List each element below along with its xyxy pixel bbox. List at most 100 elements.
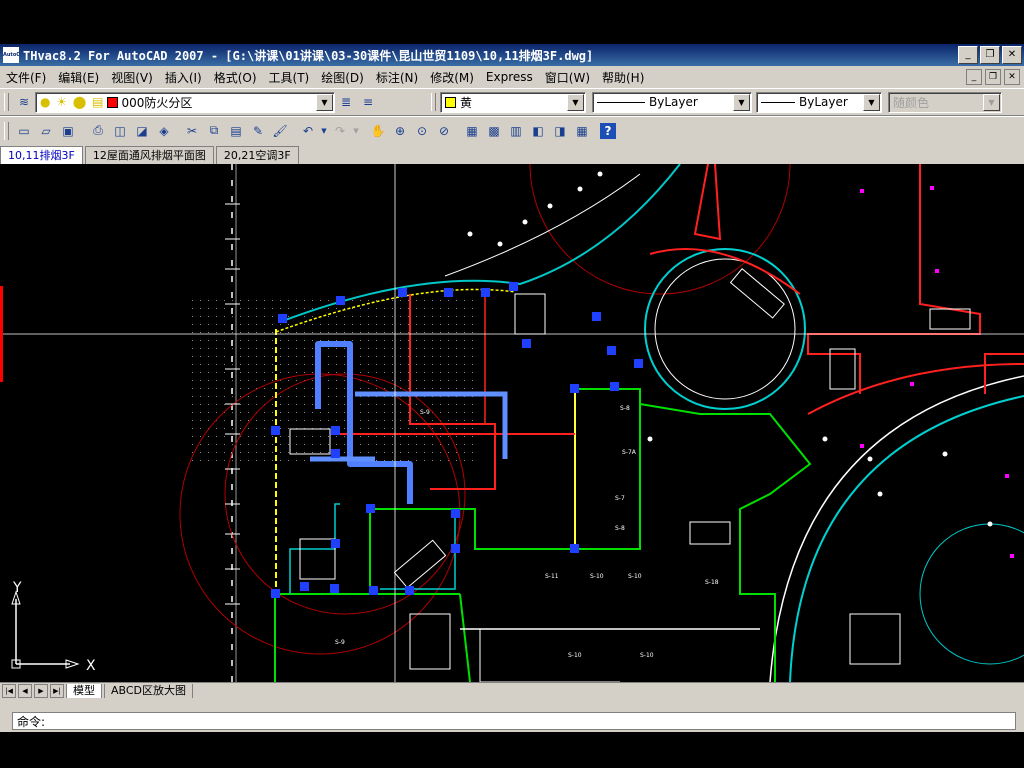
tab-layout-abcd[interactable]: ABCD区放大图 xyxy=(104,683,194,699)
ucs-y-label: Y xyxy=(12,580,22,596)
menu-modify[interactable]: 修改(M) xyxy=(424,69,480,86)
zoom-previous-icon[interactable]: ⊘ xyxy=(434,121,454,141)
file-tab-3[interactable]: 20,21空调3F xyxy=(215,146,299,164)
bottom-black-margin xyxy=(0,732,1024,768)
menu-tools[interactable]: 工具(T) xyxy=(263,69,316,86)
3d-icon[interactable]: ◈ xyxy=(154,121,174,141)
pan-icon[interactable]: ✋ xyxy=(368,121,388,141)
cut-icon[interactable]: ✂ xyxy=(182,121,202,141)
color-value: 黄 xyxy=(460,95,473,110)
save-icon[interactable]: ▣ xyxy=(58,121,78,141)
lineweight-dropdown[interactable]: ByLayer ▼ xyxy=(756,91,882,113)
toolpalette-icon[interactable]: ▥ xyxy=(506,121,526,141)
menu-help[interactable]: 帮助(H) xyxy=(596,69,650,86)
chevron-down-icon[interactable]: ▼ xyxy=(320,121,328,141)
tab-model[interactable]: 模型 xyxy=(66,683,102,699)
toolbar-grip[interactable] xyxy=(4,93,9,111)
calculator-icon[interactable]: ▦ xyxy=(572,121,592,141)
top-black-margin xyxy=(0,0,1024,44)
chevron-down-icon: ▼ xyxy=(316,93,333,111)
color-swatch xyxy=(445,96,456,108)
prev-tab-icon[interactable]: ◀ xyxy=(18,684,32,698)
copy-icon[interactable]: ⧉ xyxy=(204,121,224,141)
command-line[interactable]: 命令: xyxy=(12,712,1016,730)
sheetset-icon[interactable]: ◧ xyxy=(528,121,548,141)
menu-window[interactable]: 窗口(W) xyxy=(539,69,596,86)
layers-toolbar: ≋ ● ☀ ⬤ ▤ 000防火分区 ▼ ≣ ≡ 黄 ▼ ByLayer ▼ By… xyxy=(0,88,1024,116)
drawing-canvas[interactable]: S-8 S-9 S-7A S-7 S-8 S-11 S-10 S-10 S-18… xyxy=(0,164,1024,682)
menu-format[interactable]: 格式(O) xyxy=(208,69,263,86)
paste-icon[interactable]: ▤ xyxy=(226,121,246,141)
zoom-window-icon[interactable]: ⊙ xyxy=(412,121,432,141)
restore-button[interactable]: ❐ xyxy=(980,46,1000,64)
preview-icon[interactable]: ◫ xyxy=(110,121,130,141)
file-tab-1[interactable]: 10,11排烟3F xyxy=(0,146,83,164)
layer-dropdown[interactable]: ● ☀ ⬤ ▤ 000防火分区 ▼ xyxy=(35,91,335,113)
layer-previous-icon[interactable]: ≡ xyxy=(358,92,378,112)
doc-minimize-button[interactable]: _ xyxy=(966,69,982,85)
menu-draw[interactable]: 绘图(D) xyxy=(315,69,370,86)
redo-icon[interactable]: ↷ xyxy=(330,121,350,141)
publish-icon[interactable]: ◪ xyxy=(132,121,152,141)
lineweight-value: ByLayer xyxy=(799,95,848,109)
chevron-down-icon: ▼ xyxy=(567,93,584,111)
room-label: S-8 xyxy=(615,525,625,532)
properties-icon[interactable]: ▦ xyxy=(462,121,482,141)
chevron-down-icon: ▼ xyxy=(983,93,1000,111)
plotstyle-dropdown: 随颜色 ▼ xyxy=(888,91,1002,113)
layer-state-icons: ● ☀ ⬤ ▤ xyxy=(40,95,105,109)
window-titlebar[interactable]: AutoCAD THvac8.2 For AutoCAD 2007 - [G:\… xyxy=(0,44,1024,66)
room-label: S-9 xyxy=(420,409,430,416)
toolbar-grip[interactable] xyxy=(431,93,436,111)
toolbar-grip[interactable] xyxy=(4,121,9,140)
room-label: S-7 xyxy=(615,495,625,502)
ucs-icon: Y X xyxy=(11,580,96,674)
color-dropdown[interactable]: 黄 ▼ xyxy=(440,91,586,113)
command-area: 命令: xyxy=(0,698,1024,732)
menu-insert[interactable]: 插入(I) xyxy=(159,69,208,86)
fire-zone-line xyxy=(649,248,801,295)
room-label: S-9 xyxy=(335,639,345,646)
zoom-realtime-icon[interactable]: ⊕ xyxy=(390,121,410,141)
room-label: S-18 xyxy=(705,579,719,586)
new-icon[interactable]: ▭ xyxy=(14,121,34,141)
lineweight-sample xyxy=(761,101,795,103)
open-icon[interactable]: ▱ xyxy=(36,121,56,141)
last-tab-icon[interactable]: ▶| xyxy=(50,684,64,698)
room-label: S-10 xyxy=(628,573,642,580)
menubar: 文件(F) 编辑(E) 视图(V) 插入(I) 格式(O) 工具(T) 绘图(D… xyxy=(0,66,1024,88)
menu-dimension[interactable]: 标注(N) xyxy=(370,69,424,86)
doc-restore-button[interactable]: ❐ xyxy=(985,69,1001,85)
matchprop-icon[interactable]: ✎ xyxy=(248,121,268,141)
menu-express[interactable]: Express xyxy=(480,70,539,84)
minimize-button[interactable]: _ xyxy=(958,46,978,64)
drawing-svg[interactable]: S-8 S-9 S-7A S-7 S-8 S-11 S-10 S-10 S-18… xyxy=(0,164,1024,682)
undo-icon[interactable]: ↶ xyxy=(298,121,318,141)
command-prompt: 命令: xyxy=(17,715,46,729)
window-title: THvac8.2 For AutoCAD 2007 - [G:\讲课\01讲课\… xyxy=(23,48,594,63)
plotstyle-value: 随颜色 xyxy=(893,95,930,110)
first-tab-icon[interactable]: |◀ xyxy=(2,684,16,698)
crosshair-marker xyxy=(0,286,3,382)
help-icon[interactable]: ? xyxy=(600,122,616,139)
layer-color-swatch xyxy=(107,96,119,108)
linetype-dropdown[interactable]: ByLayer ▼ xyxy=(592,91,752,113)
layer-manager-icon[interactable]: ≋ xyxy=(14,92,34,112)
designcenter-icon[interactable]: ▩ xyxy=(484,121,504,141)
fire-zone-line xyxy=(693,164,722,241)
chevron-down-icon[interactable]: ▼ xyxy=(352,121,360,141)
file-tab-2[interactable]: 12屋面通风排烟平面图 xyxy=(84,146,214,164)
markup-icon[interactable]: ◨ xyxy=(550,121,570,141)
brush-icon[interactable]: 🖌 xyxy=(270,121,290,141)
make-current-layer-icon[interactable]: ≣ xyxy=(336,92,356,112)
doc-close-button[interactable]: ✕ xyxy=(1004,69,1020,85)
close-button[interactable]: ✕ xyxy=(1002,46,1022,64)
menu-edit[interactable]: 编辑(E) xyxy=(52,69,105,86)
menu-view[interactable]: 视图(V) xyxy=(105,69,159,86)
round-building xyxy=(654,258,796,400)
standard-toolbar: ▭ ▱ ▣ ⎙ ◫ ◪ ◈ ✂ ⧉ ▤ ✎ 🖌 ↶ ▼ ↷ ▼ ✋ ⊕ ⊙ ⊘ … xyxy=(0,116,1024,145)
plot-icon[interactable]: ⎙ xyxy=(88,121,108,141)
menu-file[interactable]: 文件(F) xyxy=(0,69,52,86)
radius-circle xyxy=(529,164,791,295)
next-tab-icon[interactable]: ▶ xyxy=(34,684,48,698)
